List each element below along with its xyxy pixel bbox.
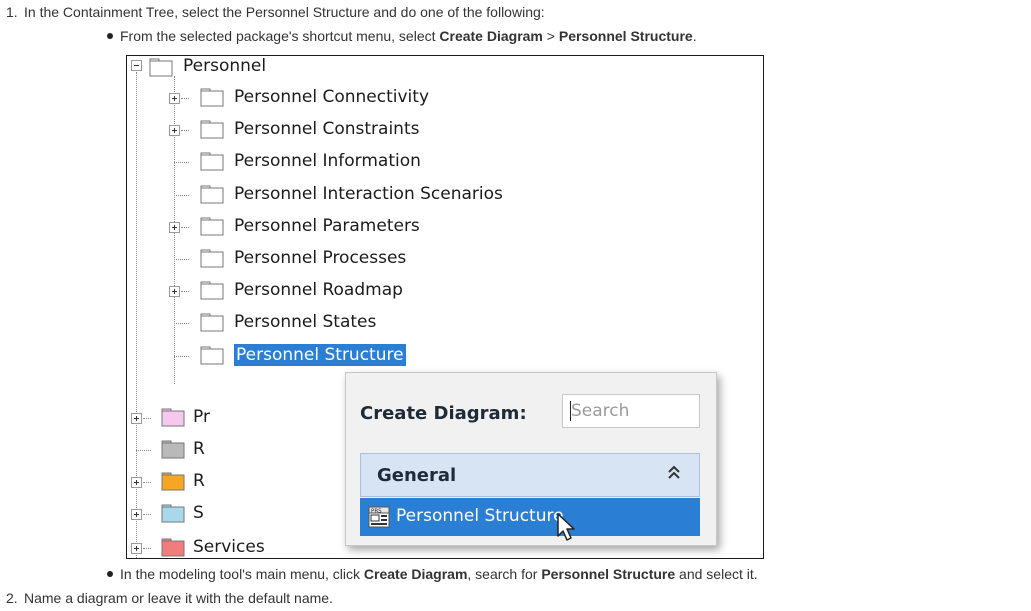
tree-root-label[interactable]: Personnel — [183, 56, 266, 77]
group-label: General — [377, 465, 457, 486]
tree-item-label[interactable]: S — [193, 502, 204, 524]
package-icon — [161, 538, 185, 557]
bullet-2-text: In the modeling tool's main menu, click … — [120, 566, 758, 582]
svg-text:PRS: PRS — [371, 509, 382, 515]
package-icon — [200, 185, 224, 204]
popup-title: Create Diagram: — [360, 403, 527, 424]
tree-item-label[interactable]: Services — [193, 536, 265, 558]
tree-guide — [143, 482, 151, 483]
tree-guide — [181, 130, 189, 132]
search-placeholder: Search — [571, 401, 630, 421]
tree-guide — [143, 548, 151, 549]
text-caret — [570, 401, 571, 421]
tree-item-label[interactable]: Personnel Roadmap — [234, 279, 403, 301]
tree-guide — [143, 418, 151, 419]
tree-item-label[interactable]: Personnel Connectivity — [234, 86, 429, 108]
tree-item-label[interactable]: Personnel Constraints — [234, 118, 419, 140]
tree-item-label[interactable]: Personnel Structure — [234, 343, 406, 366]
step-2-text: Name a diagram or leave it with the defa… — [24, 590, 333, 606]
diagram-item-label: Personnel Structure — [396, 506, 564, 526]
bullet-2 — [107, 571, 113, 577]
tree-guide — [174, 259, 189, 260]
tree-item-label[interactable]: R — [193, 438, 205, 460]
expand-icon[interactable] — [131, 543, 142, 554]
expand-icon[interactable] — [131, 413, 142, 424]
containment-tree-screenshot: Personnel Personnel Connectivity Personne… — [126, 55, 764, 559]
expand-icon[interactable] — [131, 477, 142, 488]
tree-guide — [181, 98, 189, 99]
tree-item-label[interactable]: Personnel States — [234, 311, 376, 333]
tree-item-label[interactable]: Personnel Parameters — [234, 215, 420, 237]
diagram-item-personnel-structure[interactable]: PRS Personnel Structure — [360, 498, 700, 541]
tree-item-label[interactable]: Personnel Information — [234, 150, 421, 172]
expand-icon[interactable] — [169, 286, 180, 298]
tree-guide — [174, 355, 189, 357]
tree-item-label[interactable]: Personnel Interaction Scenarios — [234, 183, 503, 205]
tree-guide — [181, 226, 189, 228]
tree-guide — [174, 323, 189, 325]
tree-guide — [136, 450, 151, 451]
package-icon — [200, 249, 224, 268]
package-icon — [149, 58, 173, 77]
package-icon — [200, 281, 224, 300]
tree-guide — [174, 162, 189, 164]
package-icon — [200, 313, 224, 332]
step-1-text: In the Containment Tree, select the Pers… — [24, 4, 545, 20]
bullet-1-text: From the selected package's shortcut men… — [120, 28, 697, 44]
package-icon — [200, 88, 224, 107]
tree-guide — [143, 514, 151, 515]
step-1-number: 1. — [6, 4, 18, 20]
step-2-number: 2. — [6, 590, 18, 606]
group-general[interactable]: General — [360, 453, 700, 497]
package-icon — [161, 472, 185, 491]
package-icon — [161, 440, 185, 459]
tree-guide — [174, 194, 189, 196]
personnel-structure-diagram-icon: PRS — [368, 506, 390, 528]
expand-icon[interactable] — [131, 509, 142, 520]
bullet-1 — [107, 33, 113, 39]
package-icon — [200, 120, 224, 139]
package-icon — [161, 504, 185, 523]
package-icon — [200, 346, 224, 365]
tree-item-label[interactable]: Personnel Processes — [234, 247, 406, 269]
package-icon — [161, 408, 185, 427]
create-diagram-popup: Create Diagram: Search General PRS Perso… — [345, 372, 717, 546]
tree-item-label[interactable]: Pr — [193, 406, 210, 428]
double-chevron-up-icon[interactable] — [667, 464, 681, 484]
tree-item-label[interactable]: R — [193, 470, 205, 492]
collapse-icon[interactable] — [131, 60, 142, 71]
mouse-pointer-icon — [557, 513, 575, 541]
expand-icon[interactable] — [169, 221, 180, 233]
tree-guide — [181, 291, 189, 293]
search-input[interactable]: Search — [562, 394, 700, 428]
expand-icon[interactable] — [169, 93, 180, 104]
package-icon — [200, 217, 224, 236]
package-icon — [200, 152, 224, 171]
expand-icon[interactable] — [169, 125, 180, 137]
